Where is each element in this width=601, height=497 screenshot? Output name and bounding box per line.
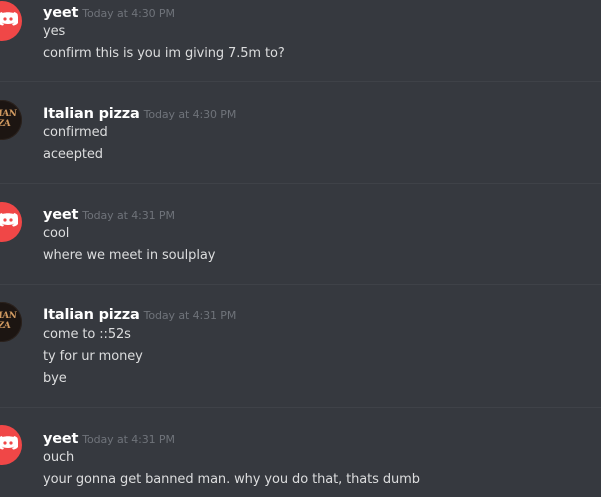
message-divider — [0, 183, 601, 184]
message-text: your gonna get banned man. why you do th… — [43, 472, 420, 487]
username[interactable]: yeet — [43, 207, 78, 223]
timestamp: Today at 4:31 PM — [143, 309, 237, 322]
message-text: where we meet in soulplay — [43, 248, 216, 263]
username[interactable]: yeet — [43, 431, 78, 447]
username[interactable]: Italian pizza — [43, 106, 140, 122]
avatar[interactable]: LIAN ZZA — [0, 302, 22, 342]
discord-logo-icon — [0, 213, 18, 227]
message-divider — [0, 407, 601, 408]
message-divider — [0, 81, 601, 82]
timestamp: Today at 4:31 PM — [82, 209, 175, 222]
message-text: yes — [43, 24, 66, 39]
timestamp: Today at 4:31 PM — [82, 433, 175, 446]
message-text: cool — [43, 226, 70, 241]
message-text: aceepted — [43, 147, 103, 162]
avatar[interactable] — [0, 202, 22, 242]
username[interactable]: yeet — [43, 5, 78, 21]
avatar[interactable]: LIAN ZZA — [0, 100, 22, 140]
message-divider — [0, 284, 601, 285]
italian-pizza-logo: LIAN ZZA — [0, 311, 17, 331]
message-text: bye — [43, 371, 67, 386]
message-text: confirmed — [43, 125, 108, 140]
discord-logo-icon — [0, 436, 18, 450]
timestamp: Today at 4:30 PM — [82, 7, 175, 20]
timestamp: Today at 4:30 PM — [143, 108, 237, 121]
message-text: ouch — [43, 450, 75, 465]
message-text: confirm this is you im giving 7.5m to? — [43, 46, 285, 61]
discord-logo-icon — [0, 12, 18, 26]
message-text: come to ::52s — [43, 327, 131, 342]
message-text: ty for ur money — [43, 349, 143, 364]
username[interactable]: Italian pizza — [43, 307, 140, 323]
avatar[interactable] — [0, 425, 22, 465]
italian-pizza-logo: LIAN ZZA — [0, 109, 17, 129]
chat-message-list: yeet Today at 4:30 PM yes confirm this is… — [0, 0, 601, 497]
avatar[interactable] — [0, 1, 22, 41]
